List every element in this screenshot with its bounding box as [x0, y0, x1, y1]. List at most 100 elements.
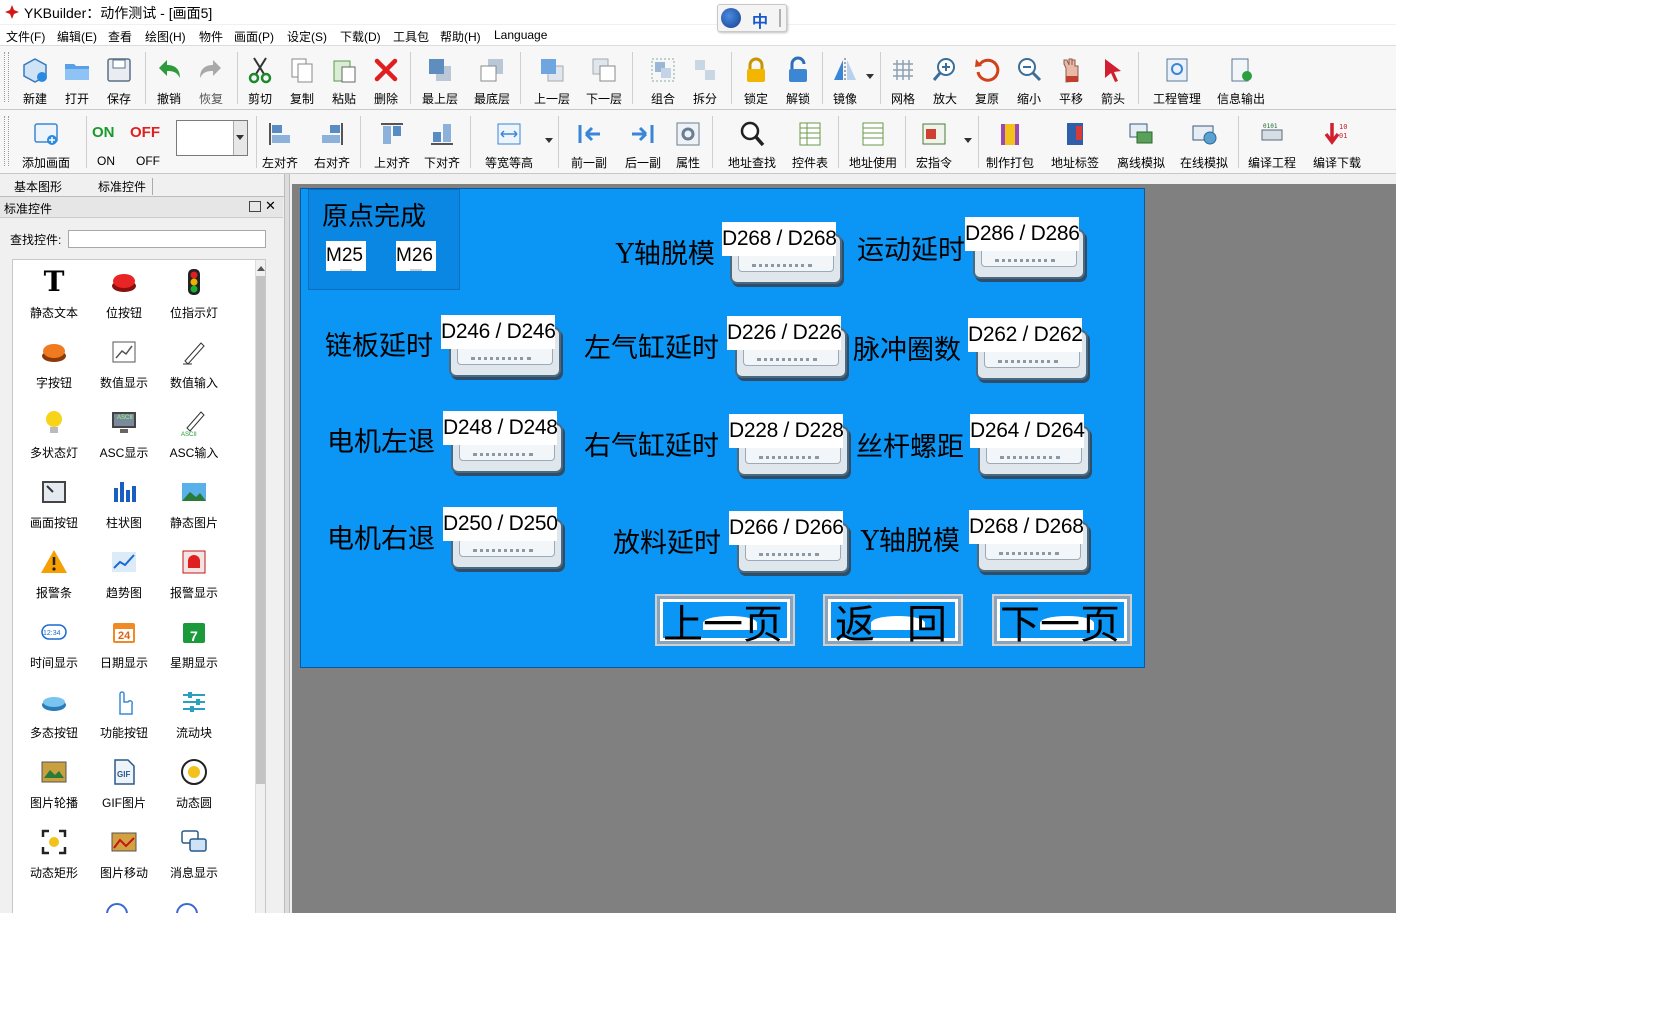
ctrl-function-button[interactable]: 功能按钮	[89, 684, 159, 750]
color-picker-combo[interactable]	[176, 120, 248, 156]
ctrl-trend-chart[interactable]: 趋势图	[89, 544, 159, 610]
numeric-motion-delay[interactable]: D286 / D286	[965, 217, 1085, 279]
ctrl-date-display[interactable]: 24 日期显示	[89, 614, 159, 680]
align-top-button[interactable]: 上对齐	[370, 114, 414, 170]
offline-sim-button[interactable]: 离线模拟	[1117, 114, 1165, 170]
panel-splitter[interactable]	[284, 174, 290, 913]
ctrl-bit-button[interactable]: 位按钮	[89, 264, 159, 330]
online-sim-button[interactable]: 在线模拟	[1180, 114, 1228, 170]
off-button[interactable]: OFF OFF	[126, 114, 170, 170]
address-search-button[interactable]: 地址查找	[728, 114, 776, 170]
ctrl-time-display[interactable]: 12:34 时间显示	[19, 614, 89, 680]
origin-complete-box[interactable]: 原点完成 M25 M26	[308, 189, 460, 290]
float-panel-button[interactable]	[249, 201, 261, 212]
control-table-button[interactable]: 控件表	[788, 114, 832, 170]
equal-size-dropdown-arrow[interactable]	[545, 138, 553, 143]
numeric-y-demold-bottom[interactable]: D268 / D268	[969, 510, 1089, 572]
menu-settings[interactable]: 设定(S)	[287, 28, 327, 45]
control-search-input[interactable]	[68, 230, 266, 248]
address-usage-button[interactable]: 地址使用	[849, 114, 897, 170]
send-to-back-button[interactable]: 最底层	[470, 50, 514, 106]
numeric-discharge-delay[interactable]: D266 / D266	[729, 511, 849, 573]
menu-file[interactable]: 文件(F)	[6, 28, 45, 45]
tab-standard-controls[interactable]: 标准控件	[92, 178, 154, 195]
info-output-button[interactable]: 信息输出	[1217, 50, 1265, 106]
numeric-left-cylinder-delay[interactable]: D226 / D226	[727, 316, 847, 378]
properties-button[interactable]: 属性	[666, 114, 710, 170]
hmi-screen-canvas[interactable]: 原点完成 M25 M26 Y轴脱模 D268 / D268 运动延时 D286 …	[300, 188, 1145, 668]
menu-language[interactable]: Language	[494, 28, 547, 42]
ctrl-screen-button[interactable]: 画面按钮	[19, 474, 89, 540]
ime-indicator[interactable]: 中	[717, 4, 787, 32]
numeric-chain-delay[interactable]: D246 / D246	[441, 315, 561, 377]
mirror-dropdown-arrow[interactable]	[866, 74, 874, 79]
ctrl-flow-block[interactable]: 流动块	[159, 684, 229, 750]
unlock-button[interactable]: 解锁	[776, 50, 820, 106]
menu-toolkit[interactable]: 工具包	[393, 28, 429, 45]
make-package-button[interactable]: 制作打包	[986, 114, 1034, 170]
origin-bit-m25[interactable]: M25	[326, 241, 366, 271]
menu-help[interactable]: 帮助(H)	[440, 28, 481, 45]
ctrl-word-button[interactable]: 字按钮	[19, 334, 89, 400]
menu-download[interactable]: 下载(D)	[340, 28, 381, 45]
numeric-motor-right[interactable]: D250 / D250	[443, 507, 563, 569]
save-button[interactable]: 保存	[97, 50, 141, 106]
menu-edit[interactable]: 编辑(E)	[57, 28, 97, 45]
menu-object[interactable]: 物件	[199, 28, 223, 45]
numeric-pulse-turns[interactable]: D262 / D262	[968, 318, 1088, 380]
add-screen-button[interactable]: 添加画面	[22, 114, 70, 170]
ctrl-static-text[interactable]: T 静态文本	[19, 264, 89, 330]
ctrl-numeric-input[interactable]: 数值输入	[159, 334, 229, 400]
control-list-scrollbar[interactable]	[255, 260, 265, 913]
address-label-button[interactable]: 地址标签	[1051, 114, 1099, 170]
ctrl-multistate-lamp[interactable]: 多状态灯	[19, 404, 89, 470]
ctrl-static-image[interactable]: 静态图片	[159, 474, 229, 540]
arrow-button[interactable]: 箭头	[1091, 50, 1135, 106]
menu-draw[interactable]: 绘图(H)	[145, 28, 186, 45]
ctrl-bit-indicator[interactable]: 位指示灯	[159, 264, 229, 330]
compile-download-button[interactable]: 10 01 编译下载	[1313, 114, 1361, 170]
align-left-button[interactable]: 左对齐	[258, 114, 302, 170]
back-button[interactable]: 返回	[823, 594, 963, 648]
tab-basic-shapes[interactable]: 基本图形	[14, 178, 62, 195]
ctrl-image-move[interactable]: 图片移动	[89, 824, 159, 890]
ctrl-message-display[interactable]: 消息显示	[159, 824, 229, 890]
ctrl-multistate-button[interactable]: 多态按钮	[19, 684, 89, 750]
ctrl-numeric-display[interactable]: 数值显示	[89, 334, 159, 400]
ctrl-ascii-display[interactable]: ASCII ASC显示	[89, 404, 159, 470]
ctrl-ascii-input[interactable]: ASCII ASC输入	[159, 404, 229, 470]
mirror-button[interactable]: 镜像	[823, 50, 867, 106]
ctrl-gif-image[interactable]: GIF GIF图片	[89, 754, 159, 820]
ctrl-alarm-bar[interactable]: 报警条	[19, 544, 89, 610]
align-bottom-button[interactable]: 下对齐	[420, 114, 464, 170]
ungroup-button[interactable]: 拆分	[683, 50, 727, 106]
numeric-screw-pitch[interactable]: D264 / D264	[970, 414, 1090, 476]
ctrl-bar-chart[interactable]: 柱状图	[89, 474, 159, 540]
redo-button[interactable]: 恢复	[189, 50, 233, 106]
prev-page-button[interactable]: 上一页	[655, 594, 795, 648]
align-right-button[interactable]: 右对齐	[310, 114, 354, 170]
ctrl-week-display[interactable]: 7 星期显示	[159, 614, 229, 680]
ctrl-alarm-display[interactable]: 报警显示	[159, 544, 229, 610]
macro-dropdown-arrow[interactable]	[964, 138, 972, 143]
toolbar-grip[interactable]	[4, 116, 9, 166]
combo-dropdown-button[interactable]	[233, 121, 247, 155]
ctrl-dynamic-rect[interactable]: 动态矩形	[19, 824, 89, 890]
numeric-right-cylinder-delay[interactable]: D228 / D228	[729, 414, 849, 476]
ctrl-dynamic-circle[interactable]: 动态圆	[159, 754, 229, 820]
previous-screen-button[interactable]: 前一副	[567, 114, 611, 170]
scrollbar-thumb[interactable]	[256, 276, 265, 784]
ctrl-image-carousel[interactable]: 图片轮播	[19, 754, 89, 820]
next-page-button[interactable]: 下一页	[992, 594, 1132, 648]
send-backward-button[interactable]: 下一层	[582, 50, 626, 106]
numeric-motor-left[interactable]: D248 / D248	[443, 411, 563, 473]
menu-view[interactable]: 查看	[108, 28, 132, 45]
menu-screen[interactable]: 画面(P)	[234, 28, 274, 45]
bring-to-front-button[interactable]: 最上层	[418, 50, 462, 106]
macro-button[interactable]: 宏指令	[912, 114, 956, 170]
project-manager-button[interactable]: 工程管理	[1153, 50, 1201, 106]
close-panel-button[interactable]: ✕	[265, 198, 276, 214]
bring-forward-button[interactable]: 上一层	[530, 50, 574, 106]
compile-project-button[interactable]: 0101 编译工程	[1248, 114, 1296, 170]
origin-bit-m26[interactable]: M26	[396, 241, 436, 271]
